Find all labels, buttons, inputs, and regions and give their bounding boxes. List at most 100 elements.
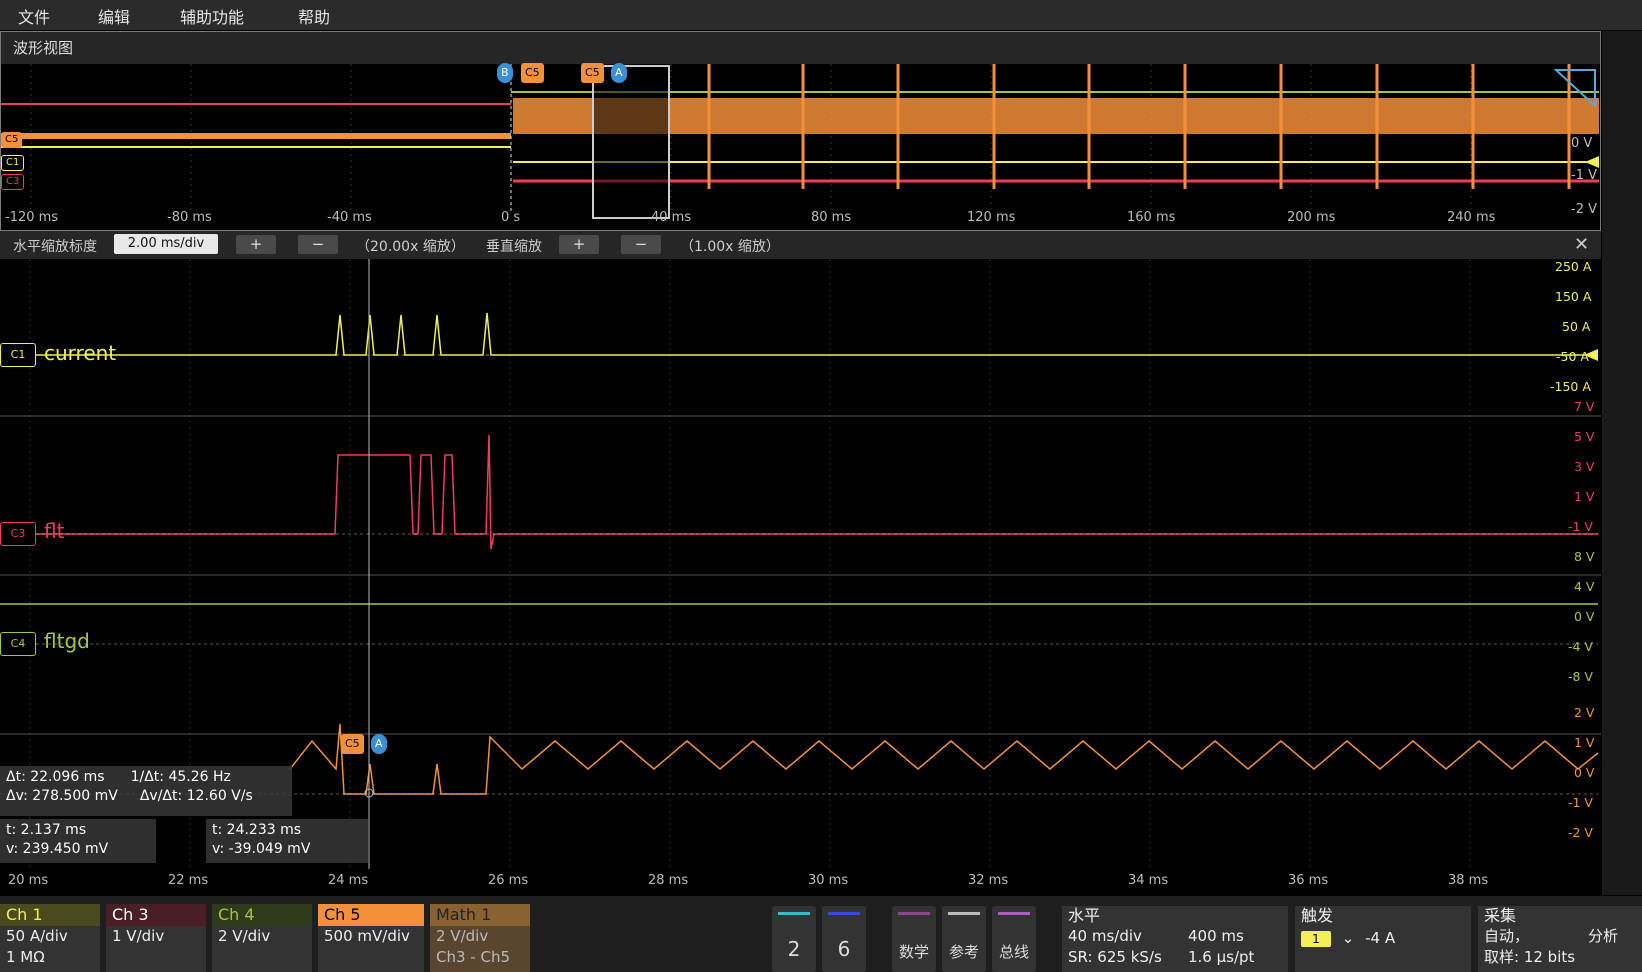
cursor2-value: v: -39.049 mV xyxy=(212,841,311,857)
add-channel-2-button[interactable]: 2 xyxy=(772,906,816,972)
cursor1-time: t: 2.137 ms xyxy=(6,822,87,838)
v-zoom-factor: （1.00x 缩放） xyxy=(680,239,780,255)
v-zoom-label: 垂直缩放 xyxy=(486,239,542,255)
main-tick: 32 ms xyxy=(968,873,1009,888)
v-zoom-minus-button[interactable]: − xyxy=(621,235,661,254)
h-zoom-scale-field[interactable]: 2.00 ms/div xyxy=(114,234,218,254)
menu-bar: 文件 编辑 辅助功能 帮助 xyxy=(0,0,1642,30)
menu-file[interactable]: 文件 xyxy=(18,4,50,28)
ch4-scale: 2 V/div xyxy=(218,927,271,945)
math1-badge[interactable]: Math 1 2 V/div Ch3 - Ch5 xyxy=(430,904,530,972)
ch4-badge[interactable]: Ch 4 2 V/div xyxy=(212,904,312,972)
delta-readout[interactable]: Δt: 22.096 ms 1/Δt: 45.26 Hz Δv: 278.500 … xyxy=(0,766,292,816)
horizontal-panel[interactable]: 水平 40 ms/div 400 ms SR: 625 kS/s 1.6 μs/pt xyxy=(1062,906,1288,972)
ov-tick: 40 ms xyxy=(651,210,692,225)
c4-scale: -8 V xyxy=(1568,669,1593,684)
ch5-badge[interactable]: Ch 5 500 mV/div xyxy=(318,904,424,972)
c3-channel-name: flt xyxy=(44,519,65,543)
cursor-a-marker[interactable]: A xyxy=(611,63,627,83)
menu-help[interactable]: 帮助 xyxy=(298,4,330,28)
ov-volt-tick: -1 V xyxy=(1571,168,1597,183)
math-scale: -1 V xyxy=(1568,795,1593,810)
close-zoom-icon[interactable]: ✕ xyxy=(1574,234,1589,255)
ov-tick: -80 ms xyxy=(167,210,212,225)
ch1-badge[interactable]: Ch 1 50 A/div 1 MΩ xyxy=(0,904,100,972)
ch5-title: Ch 5 xyxy=(318,904,424,926)
menu-edit[interactable]: 编辑 xyxy=(98,4,130,28)
cursor1-readout[interactable]: t: 2.137 ms v: 239.450 mV xyxy=(0,819,156,863)
overview-plot[interactable] xyxy=(1,64,1600,230)
h-zoom-minus-button[interactable]: − xyxy=(298,235,338,254)
h-zoom-factor: （20.00x 缩放） xyxy=(356,239,465,255)
c3-tag[interactable]: C3 xyxy=(1,174,25,190)
c5-tag[interactable]: C5 xyxy=(1,132,23,148)
sample-rate: SR: 625 kS/s xyxy=(1068,948,1162,966)
v-zoom-plus-button[interactable]: + xyxy=(559,235,599,254)
c3-scale: -1 V xyxy=(1568,519,1593,534)
delta-v-over-delta-t: Δv/Δt: 12.60 V/s xyxy=(139,788,253,804)
main-tick: 26 ms xyxy=(488,873,529,888)
horizontal-title: 水平 xyxy=(1068,906,1101,925)
main-tick: 36 ms xyxy=(1288,873,1329,888)
ch3-scale: 1 V/div xyxy=(112,927,165,945)
c3-scale: 3 V xyxy=(1574,459,1595,474)
ov-tick: 120 ms xyxy=(967,210,1016,225)
add-math-button[interactable]: 数学 xyxy=(892,906,936,972)
ov-tick: -40 ms xyxy=(327,210,372,225)
main-tick: 28 ms xyxy=(648,873,689,888)
ov-volt-tick: 0 V xyxy=(1571,136,1593,151)
ch1-scale: 50 A/div xyxy=(6,927,68,945)
cursor2-time: t: 24.233 ms xyxy=(212,822,302,838)
h-zoom-plus-button[interactable]: + xyxy=(236,235,276,254)
ov-tick: 0 s xyxy=(501,210,521,225)
c1-channel-tag[interactable]: C1 xyxy=(0,343,36,367)
main-tick: 34 ms xyxy=(1128,873,1169,888)
main-tick: 30 ms xyxy=(808,873,849,888)
math-scale: 2 V xyxy=(1574,705,1595,720)
math-scale: 1 V xyxy=(1574,735,1595,750)
add-bus-button[interactable]: 总线 xyxy=(992,906,1036,972)
c5-marker-right[interactable]: C5 xyxy=(581,63,604,83)
delta-t: Δt: 22.096 ms xyxy=(6,769,105,785)
math1-expression: Ch3 - Ch5 xyxy=(436,948,510,966)
c3-scale: 7 V xyxy=(1574,399,1595,414)
ch3-badge[interactable]: Ch 3 1 V/div xyxy=(106,904,206,972)
inverse-delta-t: 1/Δt: 45.26 Hz xyxy=(130,769,231,785)
cursor-b-marker[interactable]: B xyxy=(497,63,513,83)
ov-tick: 160 ms xyxy=(1127,210,1176,225)
time-per-point: 1.6 μs/pt xyxy=(1188,948,1255,966)
c1-tag[interactable]: C1 xyxy=(1,155,25,171)
math-scale: 0 V xyxy=(1574,765,1595,780)
falling-edge-icon: ⌄ xyxy=(1341,929,1355,947)
trigger-panel[interactable]: 触发 1 ⌄ -4 A xyxy=(1295,906,1471,972)
right-side-panel xyxy=(1602,31,1642,895)
cursor-a-marker[interactable]: A xyxy=(371,734,387,754)
zoom-waveform-view[interactable]: 250 A 150 A 50 A -50 A -150 A 7 V 5 V 3 … xyxy=(0,259,1601,895)
c4-scale: 4 V xyxy=(1574,579,1595,594)
c3-channel-tag[interactable]: C3 xyxy=(0,522,36,546)
math1-scale: 2 V/div xyxy=(436,927,489,945)
c4-channel-tag[interactable]: C4 xyxy=(0,632,36,656)
cursor2-readout[interactable]: t: 24.233 ms v: -39.049 mV xyxy=(206,819,368,863)
overview-title: 波形视图 xyxy=(1,32,1600,64)
c4-scale: -4 V xyxy=(1568,639,1593,654)
acquisition-bits: 取样: 12 bits xyxy=(1484,948,1576,966)
c5-marker-left[interactable]: C5 xyxy=(521,63,544,83)
acquisition-analyze: 分析 xyxy=(1588,927,1619,945)
c1-scale: 250 A xyxy=(1555,259,1592,274)
trigger-source: 1 xyxy=(1301,931,1331,947)
menu-utilities[interactable]: 辅助功能 xyxy=(180,4,244,28)
ov-tick: 240 ms xyxy=(1447,210,1496,225)
ch4-title: Ch 4 xyxy=(212,904,312,926)
ov-tick: 80 ms xyxy=(811,210,852,225)
math-scale: -2 V xyxy=(1568,825,1593,840)
c5-cursor-marker[interactable]: C5 xyxy=(341,734,364,754)
delta-v: Δv: 278.500 mV xyxy=(6,788,118,804)
add-channel-6-button[interactable]: 6 xyxy=(822,906,866,972)
add-reference-button[interactable]: 参考 xyxy=(942,906,986,972)
record-duration: 400 ms xyxy=(1188,927,1244,945)
waveform-overview[interactable]: 波形视图 B C5 C5 A C5 C1 C3 -120 ms -80 ms -… xyxy=(0,31,1601,231)
c1-scale: 150 A xyxy=(1555,289,1592,304)
ch1-impedance: 1 MΩ xyxy=(6,948,45,966)
acquisition-panel[interactable]: 采集 自动， 分析 取样: 12 bits xyxy=(1478,906,1642,972)
